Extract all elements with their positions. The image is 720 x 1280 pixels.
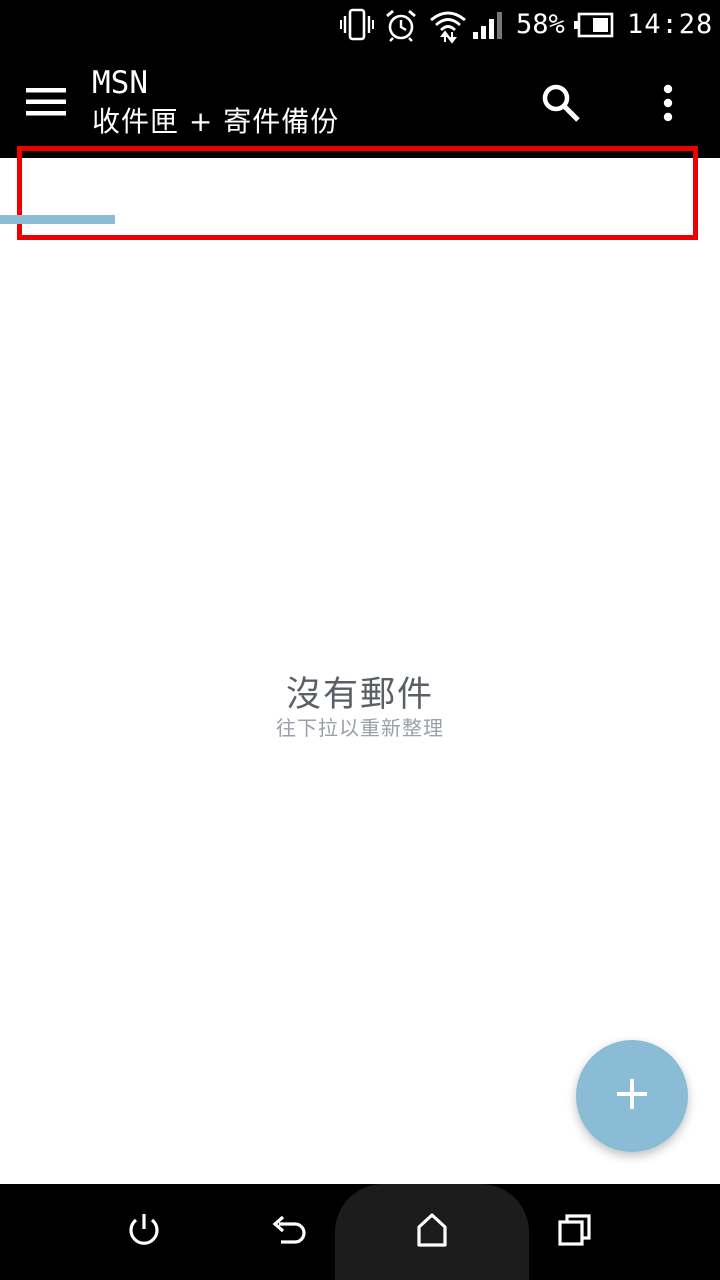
- search-button[interactable]: [532, 76, 590, 134]
- wifi-icon: [429, 8, 467, 48]
- compose-button[interactable]: [576, 1040, 688, 1152]
- folder-subtitle: 收件匣 + 寄件備份: [92, 105, 340, 138]
- recents-button[interactable]: [551, 1208, 599, 1256]
- status-bar: 58% 14:28: [0, 0, 720, 50]
- menu-icon: [26, 87, 66, 121]
- menu-button[interactable]: [18, 76, 74, 132]
- status-time: 14:28: [627, 9, 714, 40]
- empty-state-title: 沒有郵件: [285, 675, 434, 715]
- app-bar: MSN 收件匣 + 寄件備份: [0, 50, 720, 158]
- back-icon: [269, 1212, 309, 1252]
- recents-icon: [557, 1212, 593, 1252]
- vibrate-icon: [340, 8, 374, 46]
- highlight-box: [17, 146, 698, 240]
- power-button[interactable]: [120, 1208, 168, 1256]
- home-button[interactable]: [408, 1208, 456, 1256]
- back-button[interactable]: [265, 1208, 313, 1256]
- more-vert-icon: [662, 84, 674, 126]
- signal-icon: [472, 10, 506, 44]
- empty-state-hint: 往下拉以重新整理: [276, 716, 444, 740]
- navigation-bar: [0, 1184, 720, 1280]
- alarm-icon: [384, 8, 418, 46]
- battery-percent: 58%: [516, 9, 565, 40]
- battery-icon: [574, 12, 614, 42]
- search-icon: [541, 83, 581, 127]
- more-options-button[interactable]: [640, 76, 696, 134]
- title-block: MSN 收件匣 + 寄件備份: [92, 64, 339, 142]
- refresh-progress-bar: [0, 215, 116, 224]
- account-title: MSN: [92, 65, 148, 101]
- plus-icon: [615, 1077, 649, 1115]
- home-icon: [414, 1212, 450, 1252]
- power-icon: [126, 1212, 162, 1252]
